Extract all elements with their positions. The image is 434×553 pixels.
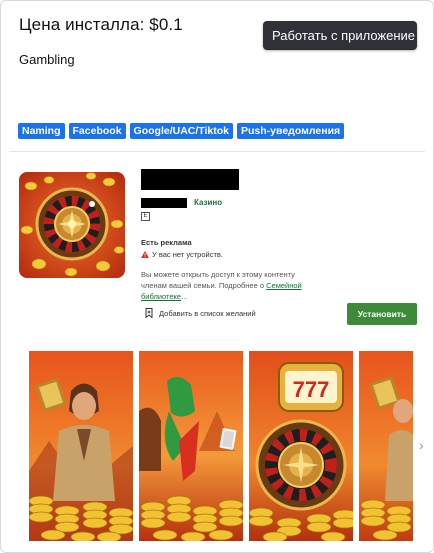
svg-text:777: 777 [293,377,330,402]
bookmark-icon [145,308,153,318]
content-rating-badge: E [141,212,150,221]
ads-notice: Есть реклама [141,238,192,247]
no-devices-text: У вас нет устройств. [152,250,223,259]
app-icon [19,172,125,278]
offer-card: Цена инсталла: $0.1 Работать с приложени… [0,0,434,553]
app-title-redacted [141,169,239,190]
developer-name-redacted [141,198,187,208]
work-with-app-button[interactable]: Работать с приложение [263,21,417,50]
screenshot-1[interactable] [29,351,133,541]
tag-naming: Naming [18,123,65,139]
family-text-tail: ... [181,292,188,301]
divider [9,151,425,152]
family-library-text: Вы можете открыть доступ к этому контент… [141,269,321,302]
no-devices-warning: У вас нет устройств. [141,250,223,259]
tag-push: Push-уведомления [237,123,345,139]
carousel-next-arrow-icon[interactable]: › [419,437,424,453]
install-price-title: Цена инсталла: $0.1 [19,15,183,34]
screenshot-2[interactable] [139,351,243,541]
warning-icon [141,251,149,258]
screenshot-3[interactable]: 777 [249,351,353,541]
screenshot-4[interactable] [359,351,413,541]
tag-facebook: Facebook [68,123,126,139]
category-label: Gambling [19,52,75,67]
traffic-source-tags: Naming Facebook Google/UAC/Tiktok Push-у… [18,123,345,139]
tag-google-uac-tiktok: Google/UAC/Tiktok [129,123,234,139]
add-to-wishlist-button[interactable]: Добавить в список желаний [145,308,256,318]
genre-link[interactable]: Казино [194,198,222,207]
screenshot-carousel[interactable]: 777 [29,351,413,541]
wishlist-label: Добавить в список желаний [159,308,256,318]
install-button[interactable]: Установить [347,303,417,325]
